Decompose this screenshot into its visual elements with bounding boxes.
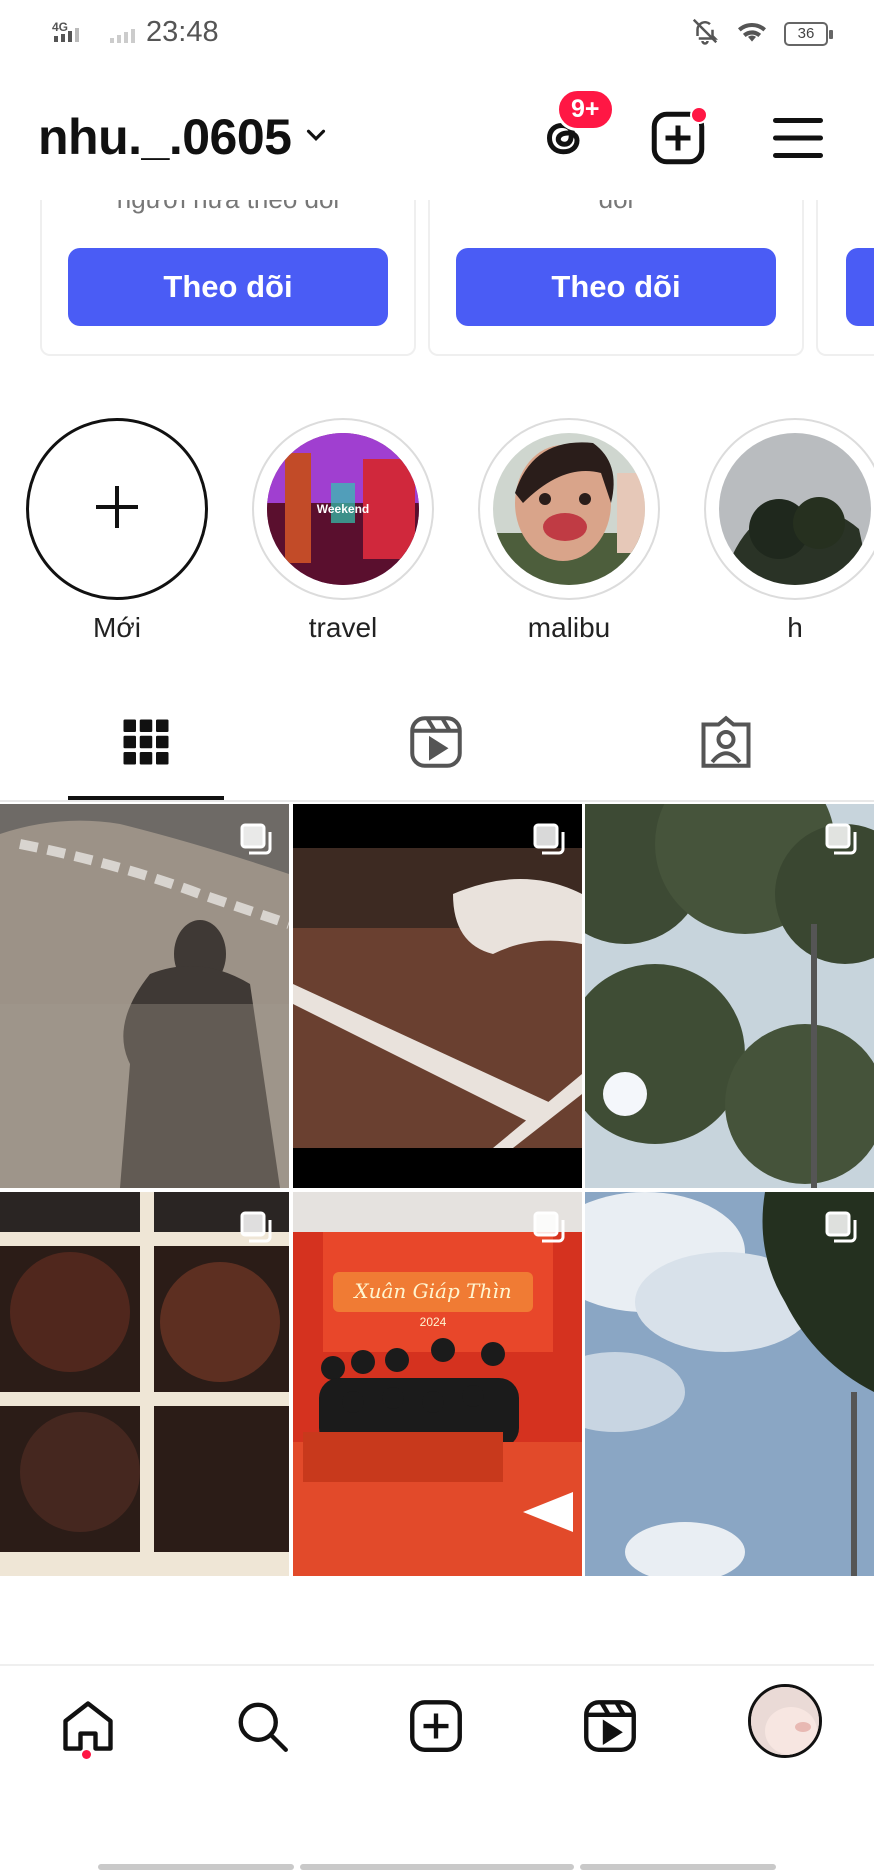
tagged-person-icon (696, 715, 756, 776)
multiple-photos-icon (532, 822, 566, 856)
post-thumbnail[interactable] (0, 1192, 289, 1576)
nav-reels[interactable] (580, 1696, 640, 1756)
highlight-label: malibu (527, 612, 611, 643)
post-thumbnail[interactable] (293, 804, 582, 1188)
highlight-ring: Weekend (252, 418, 434, 600)
post-thumbnail[interactable] (585, 804, 874, 1188)
svg-text:2024: 2024 (420, 1315, 447, 1329)
highlight-h[interactable]: h (704, 418, 874, 644)
highlight-cover-image (719, 433, 871, 585)
suggested-accounts: người nữa theo dõi Theo dõi dõi Theo dõi (0, 200, 874, 360)
multiple-photos-icon (239, 1210, 273, 1244)
suggestion-card: dõi Theo dõi (428, 200, 804, 356)
follow-button[interactable]: Theo dõi (456, 248, 776, 326)
bottom-navigation (0, 1664, 874, 1782)
profile-tabs (0, 700, 874, 802)
grid-icon (116, 719, 176, 776)
profile-avatar[interactable] (748, 1684, 822, 1758)
reels-icon (580, 1700, 640, 1760)
gesture-bar (580, 1864, 776, 1870)
wifi-icon (736, 17, 768, 50)
svg-text:Xuân Giáp Thìn: Xuân Giáp Thìn (352, 1279, 511, 1303)
highlight-ring (704, 418, 874, 600)
signal-secondary-icon (108, 22, 140, 46)
suggestion-subtext: dõi (430, 200, 802, 215)
notification-badge: 9+ (556, 88, 615, 131)
follow-button[interactable]: Theo dõi (68, 248, 388, 326)
follow-button[interactable] (846, 248, 874, 326)
tab-posts-grid[interactable] (116, 712, 176, 772)
account-switcher[interactable]: nhu._.0605 (38, 108, 331, 166)
suggestion-card: người nữa theo dõi Theo dõi (40, 200, 416, 356)
highlight-malibu[interactable]: malibu (478, 418, 660, 644)
multiple-photos-icon (824, 822, 858, 856)
status-bar: 4G 23:48 36 (0, 0, 874, 68)
status-time: 23:48 (146, 16, 219, 48)
highlight-label: Mới (93, 612, 141, 643)
svg-text:Weekend: Weekend (317, 502, 369, 516)
new-indicator-dot (690, 106, 708, 124)
story-highlights: Mới Weekend travel malibu h (0, 418, 874, 648)
nav-search[interactable] (232, 1696, 292, 1756)
plus-icon (92, 482, 142, 537)
home-notification-dot (82, 1750, 91, 1759)
highlight-new[interactable]: Mới (26, 418, 208, 644)
highlight-label: travel (308, 612, 378, 643)
nav-create[interactable] (406, 1696, 466, 1756)
multiple-photos-icon (239, 822, 273, 856)
active-tab-indicator (68, 796, 224, 800)
highlight-ring (26, 418, 208, 600)
multiple-photos-icon (824, 1210, 858, 1244)
highlight-cover-image: Weekend (267, 433, 419, 585)
post-thumbnail[interactable] (0, 804, 289, 1188)
highlight-ring (478, 418, 660, 600)
mute-bell-icon (690, 16, 720, 51)
suggestion-card (816, 200, 874, 356)
battery-level: 36 (797, 25, 815, 42)
svg-text:4G: 4G (52, 20, 68, 34)
post-thumbnail[interactable]: Xuân Giáp Thìn 2024 (293, 1192, 582, 1576)
post-thumbnail[interactable] (585, 1192, 874, 1576)
search-icon (232, 1702, 292, 1760)
signal-4g-icon: 4G (52, 20, 88, 46)
gesture-bar (98, 1864, 294, 1870)
chevron-down-icon (301, 120, 331, 155)
tab-reels[interactable] (406, 712, 466, 772)
profile-header: nhu._.0605 9+ (0, 88, 874, 178)
highlight-cover-image (493, 433, 645, 585)
multiple-photos-icon (532, 1210, 566, 1244)
tab-tagged[interactable] (696, 712, 756, 772)
highlight-label: h (787, 612, 803, 643)
battery-icon: 36 (784, 21, 833, 46)
gesture-bar (300, 1864, 574, 1870)
nav-home[interactable] (58, 1696, 118, 1756)
hamburger-menu-icon[interactable] (768, 108, 828, 168)
highlight-travel[interactable]: Weekend travel (252, 418, 434, 644)
suggestion-subtext: người nữa theo dõi (42, 200, 414, 215)
reels-icon (406, 716, 466, 776)
create-post-icon (406, 1700, 466, 1760)
username: nhu._.0605 (38, 109, 292, 165)
